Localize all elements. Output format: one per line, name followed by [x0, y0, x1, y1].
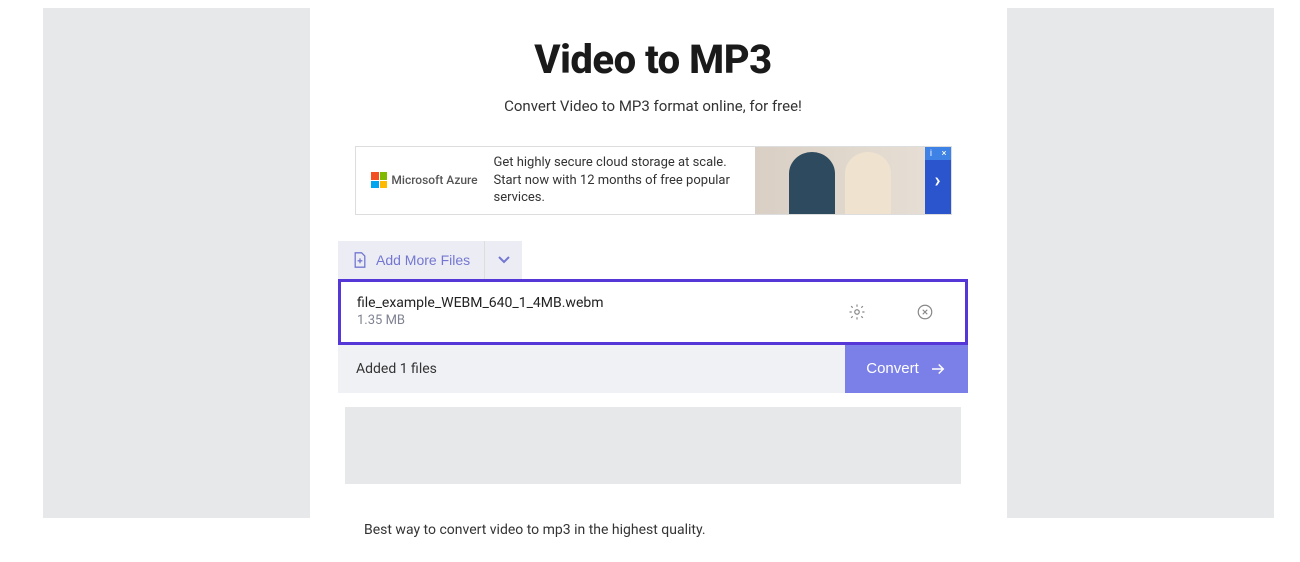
chevron-down-icon: [497, 253, 511, 267]
info-card: Best way to convert video to mp3 in the …: [338, 498, 968, 562]
convert-button[interactable]: Convert: [845, 345, 968, 393]
ad-brand-text: Microsoft Azure: [391, 173, 477, 187]
add-more-files-dropdown[interactable]: [484, 241, 522, 279]
file-info: file_example_WEBM_640_1_4MB.webm 1.35 MB: [357, 295, 841, 328]
ad-banner[interactable]: Microsoft Azure Get highly secure cloud …: [355, 146, 952, 215]
add-files-row: Add More Files: [338, 241, 968, 279]
file-settings-button[interactable]: [841, 296, 873, 328]
status-text: Added 1 files: [338, 345, 845, 393]
file-remove-button[interactable]: [909, 296, 941, 328]
add-more-files-button[interactable]: Add More Files: [338, 241, 484, 279]
info-text: Best way to convert video to mp3 in the …: [364, 522, 942, 538]
microsoft-logo-icon: [371, 172, 387, 188]
file-actions: [841, 296, 941, 328]
file-row: file_example_WEBM_640_1_4MB.webm 1.35 MB: [338, 279, 968, 345]
ad-text-area: Get highly secure cloud storage at scale…: [486, 147, 755, 214]
converter-box: Add More Files file_example_WEBM_640_1_4…: [338, 241, 968, 393]
arrow-right-icon: [929, 360, 947, 378]
main-content: Video to MP3 Convert Video to MP3 format…: [327, 8, 980, 562]
close-circle-icon: [916, 303, 934, 321]
left-sidebar-ad: [43, 8, 310, 518]
page-title: Video to MP3: [534, 36, 771, 83]
file-name: file_example_WEBM_640_1_4MB.webm: [357, 295, 841, 311]
add-more-files-label: Add More Files: [376, 252, 470, 268]
ad-badges: i ×: [925, 147, 951, 160]
gear-icon: [848, 303, 866, 321]
ad-logo-area: Microsoft Azure: [356, 147, 486, 214]
file-add-icon: [352, 251, 368, 269]
file-size: 1.35 MB: [357, 313, 841, 328]
footer-row: Added 1 files Convert: [338, 345, 968, 393]
page-subtitle: Convert Video to MP3 format online, for …: [504, 97, 802, 115]
page-root: Video to MP3 Convert Video to MP3 format…: [0, 0, 1300, 562]
convert-label: Convert: [866, 360, 919, 377]
mid-ad-placeholder: [345, 407, 961, 484]
right-sidebar-ad: [1007, 8, 1274, 518]
ad-image: [755, 147, 925, 214]
ad-text: Get highly secure cloud storage at scale…: [494, 154, 747, 207]
ad-info-icon[interactable]: i: [925, 147, 938, 160]
ad-close-icon[interactable]: ×: [938, 147, 951, 160]
